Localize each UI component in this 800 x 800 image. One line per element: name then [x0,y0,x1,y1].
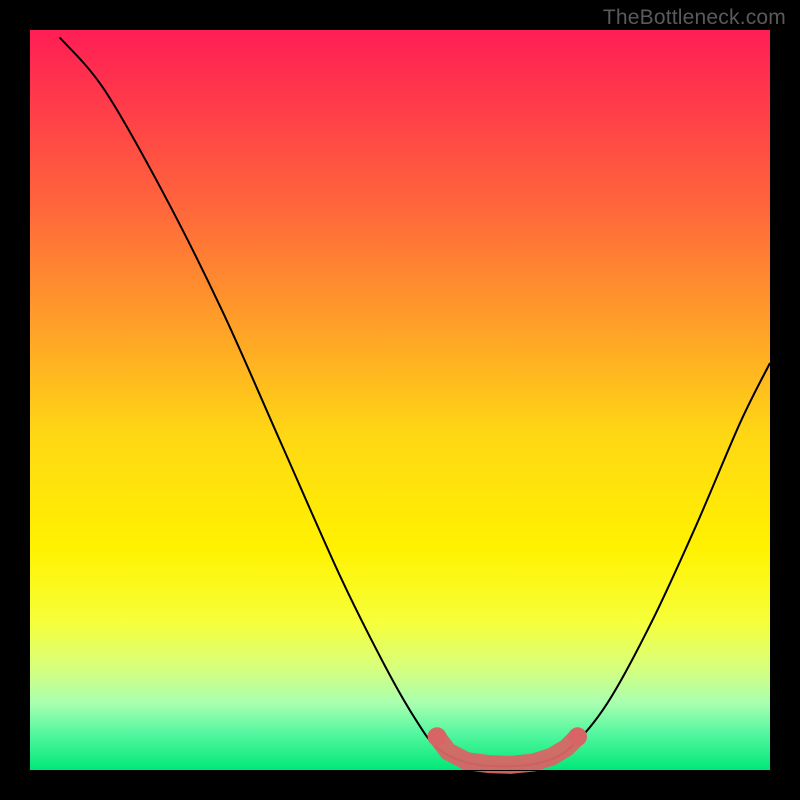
chart-svg [0,0,800,800]
plot-background [30,30,770,770]
marker-start [428,727,447,746]
chart-frame: TheBottleneck.com [0,0,800,800]
marker-end [568,727,587,746]
watermark-text: TheBottleneck.com [603,6,786,30]
